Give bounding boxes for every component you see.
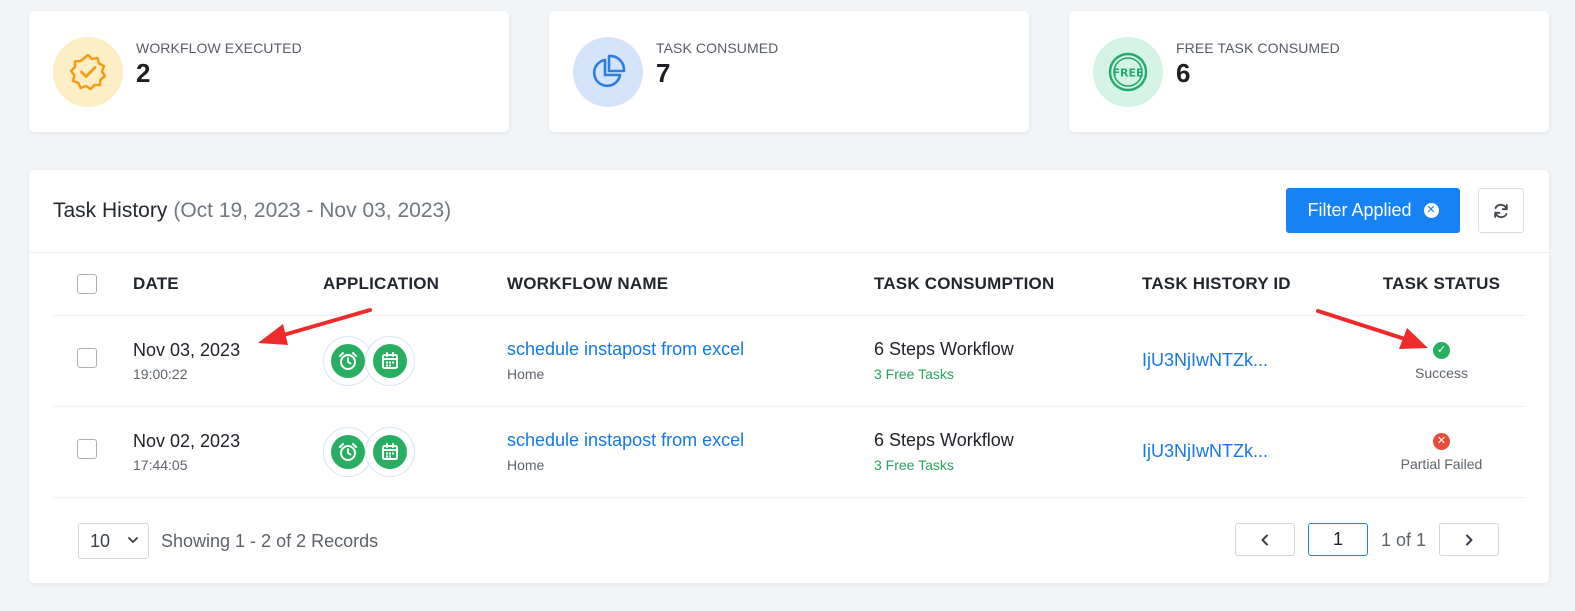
- refresh-icon: [1494, 203, 1508, 218]
- stat-value: 2: [136, 58, 151, 88]
- row-date: Nov 02, 2023: [133, 430, 241, 451]
- chevron-right-icon: [1466, 534, 1473, 545]
- column-header-workflow-name: WORKFLOW NAME: [507, 254, 874, 316]
- stat-label: WORKFLOW EXECUTED: [136, 40, 302, 56]
- app-icons: [323, 426, 507, 477]
- svg-text:FREE: FREE: [1112, 66, 1143, 79]
- table-row: Nov 03, 2023 19:00:22 schedule instapost…: [53, 315, 1525, 407]
- next-page-button[interactable]: [1439, 523, 1499, 556]
- workflow-name-link[interactable]: schedule instapost from excel: [507, 430, 874, 451]
- column-header-application: APPLICATION: [323, 254, 507, 316]
- calendar-icon: [365, 426, 415, 477]
- calendar-icon: [365, 335, 415, 386]
- task-history-table: DATE APPLICATION WORKFLOW NAME TASK CONS…: [53, 254, 1525, 498]
- row-date: Nov 03, 2023: [133, 339, 241, 360]
- row-checkbox[interactable]: [77, 348, 97, 368]
- column-header-date: DATE: [133, 254, 323, 316]
- row-checkbox[interactable]: [77, 439, 97, 459]
- panel-header: Task History (Oct 19, 2023 - Nov 03, 202…: [29, 170, 1549, 253]
- column-header-task-status: TASK STATUS: [1358, 254, 1525, 316]
- date-range: (Oct 19, 2023 - Nov 03, 2023): [173, 199, 452, 222]
- app-icons: [323, 335, 507, 386]
- pie-chart-icon: [573, 36, 643, 107]
- per-page-value: 10: [90, 530, 111, 551]
- status-text: Success: [1415, 365, 1468, 381]
- table-footer: 10 Showing 1 - 2 of 2 Records 1 1 of 1: [78, 523, 1500, 559]
- filter-label: Filter Applied: [1307, 200, 1412, 220]
- task-consumption: 6 Steps Workflow: [874, 430, 1014, 450]
- row-time: 17:44:05: [133, 456, 188, 473]
- task-history-id-link[interactable]: IjU3NjIwNTZk...: [1142, 441, 1358, 462]
- chevron-down-icon: [128, 537, 138, 543]
- task-history-panel: Task History (Oct 19, 2023 - Nov 03, 202…: [29, 170, 1549, 583]
- success-icon: ✓: [1433, 342, 1450, 359]
- stat-label: TASK CONSUMED: [656, 40, 779, 56]
- failed-icon: ✕: [1433, 433, 1450, 450]
- stat-card-task-consumed: TASK CONSUMED 7: [549, 11, 1029, 132]
- free-tasks: 3 Free Tasks: [874, 457, 954, 473]
- task-consumption: 6 Steps Workflow: [874, 339, 1014, 359]
- row-time: 19:00:22: [133, 365, 188, 382]
- clear-filter-icon[interactable]: ✕: [1423, 203, 1439, 218]
- select-all-checkbox[interactable]: [77, 273, 97, 294]
- per-page-select[interactable]: 10: [78, 523, 149, 559]
- filter-applied-button[interactable]: Filter Applied ✕: [1286, 188, 1460, 233]
- status-text: Partial Failed: [1400, 456, 1483, 472]
- free-tasks: 3 Free Tasks: [874, 366, 954, 382]
- stat-value: 7: [656, 58, 671, 88]
- table-row: Nov 02, 2023 17:44:05 schedule instapost…: [53, 406, 1525, 498]
- panel-title: Task History: [53, 199, 168, 222]
- stat-card-free-task-consumed: FREE FREE TASK CONSUMED 6: [1069, 11, 1549, 132]
- stat-card-workflow-executed: WORKFLOW EXECUTED 2: [29, 11, 509, 132]
- refresh-button[interactable]: [1478, 188, 1524, 233]
- chevron-left-icon: [1261, 534, 1268, 545]
- task-history-id-link[interactable]: IjU3NjIwNTZk...: [1142, 350, 1358, 371]
- records-count: Showing 1 - 2 of 2 Records: [161, 531, 379, 551]
- previous-page-button[interactable]: [1235, 523, 1295, 556]
- workflow-name-link[interactable]: schedule instapost from excel: [507, 339, 874, 360]
- column-header-task-history-id: TASK HISTORY ID: [1142, 254, 1358, 316]
- stat-label: FREE TASK CONSUMED: [1176, 40, 1340, 56]
- column-header-task-consumption: TASK CONSUMPTION: [874, 254, 1142, 316]
- stat-value: 6: [1176, 58, 1191, 88]
- badge-check-icon: [53, 36, 123, 107]
- free-badge-icon: FREE: [1093, 36, 1163, 107]
- workflow-folder: Home: [507, 366, 545, 382]
- page-number-input[interactable]: 1: [1308, 523, 1368, 556]
- table-header-row: DATE APPLICATION WORKFLOW NAME TASK CONS…: [53, 254, 1525, 316]
- workflow-folder: Home: [507, 457, 545, 473]
- page-of-text: 1 of 1: [1381, 530, 1427, 550]
